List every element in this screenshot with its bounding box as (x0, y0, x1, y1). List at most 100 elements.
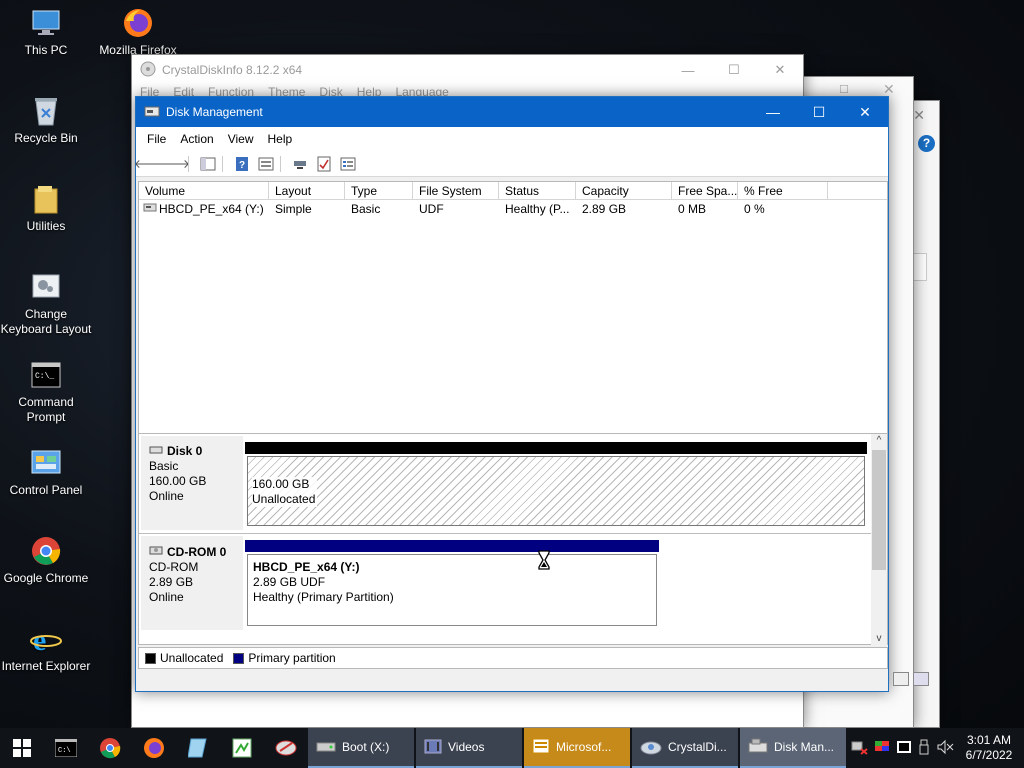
partition-desc: Healthy (Primary Partition) (253, 590, 394, 604)
cdrom-icon (149, 544, 163, 560)
start-button[interactable] (0, 728, 44, 768)
crystaldisk-icon (640, 737, 662, 758)
cell-free-space: 0 MB (678, 202, 707, 216)
column-header-type[interactable]: Type (345, 182, 413, 199)
vertical-scrollbar[interactable]: ^ v (871, 434, 887, 646)
desktop-icon-utilities[interactable]: Utilities (0, 182, 92, 234)
scroll-down-arrow-icon[interactable]: v (871, 632, 887, 646)
maximize-button[interactable]: ☐ (711, 55, 757, 85)
menu-action[interactable]: Action (173, 132, 220, 146)
maximize-button[interactable]: ☐ (796, 97, 842, 127)
cell-type: Basic (351, 202, 381, 216)
network-icon[interactable] (850, 739, 868, 758)
desktop-icon-this-pc[interactable]: This PC (0, 6, 92, 58)
taskbar-firefox-icon[interactable] (132, 728, 176, 768)
desktop-icon-keyboard-layout[interactable]: Change Keyboard Layout (0, 270, 92, 337)
taskbar-app-disk-management[interactable]: Disk Man... (740, 728, 846, 768)
menu-view[interactable]: View (221, 132, 261, 146)
close-icon[interactable]: ✕ (913, 107, 925, 124)
desktop-icon-internet-explorer[interactable]: e Internet Explorer (0, 622, 92, 674)
taskbar-app-microsoft[interactable]: Microsof... (524, 728, 630, 768)
desktop-icon-label: Control Panel (9, 483, 83, 497)
svg-text:?: ? (239, 160, 245, 171)
properties-icon[interactable] (256, 155, 276, 173)
desktop-icon-command-prompt[interactable]: C:\_ Command Prompt (0, 358, 92, 425)
usb-icon[interactable] (918, 739, 930, 758)
column-header-free-space[interactable]: Free Spa... (672, 182, 738, 199)
document-icon (532, 738, 550, 757)
menu-file[interactable]: File (140, 132, 173, 146)
partition-unallocated[interactable]: 160.00 GB Unallocated (247, 456, 865, 526)
taskbar-chrome-icon[interactable] (88, 728, 132, 768)
help-icon[interactable]: ? (232, 155, 252, 173)
column-header-layout[interactable]: Layout (269, 182, 345, 199)
close-button[interactable]: ✕ (757, 55, 803, 85)
taskbar-notepad-icon[interactable] (176, 728, 220, 768)
disk-label[interactable]: CD-ROM 0 CD-ROM 2.89 GB Online (141, 536, 243, 630)
taskbar-app-label: CrystalDi... (668, 740, 727, 754)
taskbar-app-label: Videos (448, 740, 485, 754)
desktop-icon-chrome[interactable]: Google Chrome (0, 534, 92, 586)
cell-layout: Simple (275, 202, 312, 216)
taskbar-tool-icon[interactable] (264, 728, 308, 768)
volume-muted-icon[interactable] (936, 739, 954, 758)
clock[interactable]: 3:01 AM 6/7/2022 (960, 733, 1018, 763)
disk-management-window[interactable]: Disk Management — ☐ ✕ File Action View H… (134, 96, 889, 692)
this-pc-icon (29, 6, 63, 40)
scrollbar-thumb[interactable] (872, 450, 886, 570)
desktop-icon-label: Internet Explorer (1, 659, 91, 673)
desktop-icon-control-panel[interactable]: Control Panel (0, 446, 92, 498)
clock-time: 3:01 AM (966, 733, 1012, 747)
drive-icon (316, 739, 336, 756)
firefox-icon (121, 6, 155, 40)
disk-name: CD-ROM 0 (167, 544, 227, 559)
maximize-icon[interactable]: ☐ (839, 83, 849, 96)
preview-view-icon[interactable] (913, 672, 929, 686)
partition-desc: Unallocated (252, 492, 316, 506)
volume-list-header: Volume Layout Type File System Status Ca… (139, 182, 887, 200)
minimize-button[interactable]: — (665, 55, 711, 85)
desktop-icon-label: Command Prompt (18, 395, 74, 424)
minimize-button[interactable]: — (750, 97, 796, 127)
title-bar[interactable]: CrystalDiskInfo 8.12.2 x64 — ☐ ✕ (132, 55, 803, 85)
toolbar: 🡐 🡒 ? (134, 151, 888, 177)
table-row[interactable]: HBCD_PE_x64 (Y:) Simple Basic UDF Health… (139, 200, 887, 218)
taskbar-app-videos[interactable]: Videos (416, 728, 522, 768)
connect-icon[interactable] (290, 155, 310, 173)
forward-arrow-icon[interactable]: 🡒 (158, 155, 190, 173)
checklist-icon[interactable] (314, 155, 334, 173)
desktop-icon-recycle-bin[interactable]: Recycle Bin (0, 94, 92, 146)
column-header-percent-free[interactable]: % Free (738, 182, 828, 199)
taskbar-cmd-icon[interactable]: C:\ (44, 728, 88, 768)
disk-label[interactable]: Disk 0 Basic 160.00 GB Online (141, 436, 243, 530)
column-header-capacity[interactable]: Capacity (576, 182, 672, 199)
legend-label-primary: Primary partition (248, 651, 336, 665)
title-bar[interactable]: Disk Management — ☐ ✕ (136, 97, 888, 127)
cell-status: Healthy (P... (505, 202, 570, 216)
folder-icon (29, 182, 63, 216)
disk-row-disk-0[interactable]: Disk 0 Basic 160.00 GB Online 160.00 GB … (139, 434, 873, 532)
show-hide-tree-icon[interactable] (198, 155, 218, 173)
close-button[interactable]: ✕ (842, 97, 888, 127)
scroll-up-arrow-icon[interactable]: ^ (871, 434, 887, 448)
disk-row-cdrom-0[interactable]: CD-ROM 0 CD-ROM 2.89 GB Online HBCD_PE_x… (139, 534, 873, 632)
desktop-icon-firefox[interactable]: Mozilla Firefox (92, 6, 184, 58)
taskbar-app-boot[interactable]: Boot (X:) (308, 728, 414, 768)
column-header-filler (828, 182, 887, 199)
disk-size: 2.89 GB (149, 575, 194, 589)
disk-management-icon (144, 103, 160, 122)
taskbar-app-crystaldisk[interactable]: CrystalDi... (632, 728, 738, 768)
display-icon[interactable] (874, 740, 890, 757)
flag-icon[interactable] (896, 740, 912, 757)
svg-text:e: e (33, 624, 46, 655)
disk-graphical-view[interactable]: Disk 0 Basic 160.00 GB Online 160.00 GB … (138, 433, 888, 646)
details-view-icon[interactable] (893, 672, 909, 686)
column-header-file-system[interactable]: File System (413, 182, 499, 199)
settings-list-icon[interactable] (338, 155, 358, 173)
partition-primary[interactable]: HBCD_PE_x64 (Y:) 2.89 GB UDF Healthy (Pr… (247, 554, 657, 626)
menu-help[interactable]: Help (261, 132, 300, 146)
column-header-status[interactable]: Status (499, 182, 576, 199)
partition-name: HBCD_PE_x64 (Y:) (253, 560, 360, 574)
column-header-volume[interactable]: Volume (139, 182, 269, 199)
taskbar-paint-icon[interactable] (220, 728, 264, 768)
